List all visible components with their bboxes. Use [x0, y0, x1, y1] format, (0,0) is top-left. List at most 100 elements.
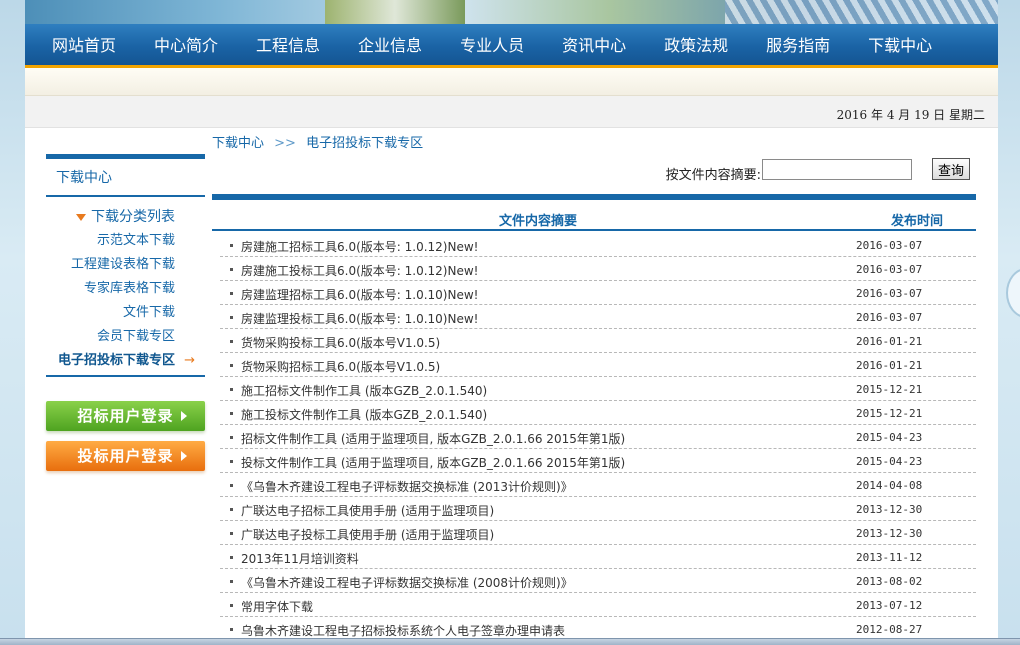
file-title-link[interactable]: 广联达电子招标工具使用手册 (适用于监理项目): [241, 502, 494, 519]
publish-date: 2015-12-21: [856, 407, 923, 420]
nav-home[interactable]: 网站首页: [52, 24, 116, 65]
bullet-icon: [230, 580, 233, 583]
download-list: 房建施工招标工具6.0(版本号: 1.0.12)New! 2016-03-07 房建…: [212, 233, 976, 641]
breadcrumb-separator: >>: [274, 136, 296, 151]
publish-date: 2013-11-12: [856, 551, 923, 564]
arrow-right-icon: →: [184, 353, 195, 368]
search-row: 按文件内容摘要: 查询: [212, 156, 976, 184]
file-title-link[interactable]: 货物采购招标工具6.0(版本号V1.0.5): [241, 358, 440, 375]
file-title-link[interactable]: 《乌鲁木齐建设工程电子评标数据交换标准 (2008计价规则)》: [241, 574, 573, 591]
breadcrumb-downloads[interactable]: 下载中心: [212, 136, 264, 151]
table-row: 房建监理招标工具6.0(版本号: 1.0.10)New! 2016-03-07: [220, 281, 976, 305]
play-arrow-icon: [181, 451, 187, 461]
file-title-link[interactable]: 《乌鲁木齐建设工程电子评标数据交换标准 (2013计价规则)》: [241, 478, 573, 495]
table-row: 《乌鲁木齐建设工程电子评标数据交换标准 (2013计价规则)》 2014-04-0…: [220, 473, 976, 497]
nav-policies[interactable]: 政策法规: [664, 24, 728, 65]
file-title-link[interactable]: 常用字体下载: [241, 598, 313, 615]
sidebar-item-members[interactable]: 会员下载专区: [46, 325, 205, 349]
file-title-link[interactable]: 2013年11月培训资料: [241, 550, 359, 567]
bullet-icon: [230, 244, 233, 247]
header-banner: [25, 0, 998, 24]
file-title-link[interactable]: 广联达电子投标工具使用手册 (适用于监理项目): [241, 526, 494, 543]
table-row: 货物采购招标工具6.0(版本号V1.0.5) 2016-01-21: [220, 353, 976, 377]
current-date: 2016 年 4 月 19 日 星期二: [836, 108, 985, 122]
publish-date: 2013-12-30: [856, 527, 923, 540]
bullet-icon: [230, 460, 233, 463]
file-title-link[interactable]: 投标文件制作工具 (适用于监理项目, 版本GZB_2.0.1.66 2015年第…: [241, 454, 625, 471]
file-title-link[interactable]: 房建监理招标工具6.0(版本号: 1.0.10)New!: [241, 286, 478, 303]
bullet-icon: [230, 316, 233, 319]
column-header-summary: 文件内容摘要: [499, 214, 578, 229]
table-row: 投标文件制作工具 (适用于监理项目, 版本GZB_2.0.1.66 2015年第…: [220, 449, 976, 473]
banner-photo-trees: [325, 0, 465, 24]
table-row: 施工投标文件制作工具 (版本GZB_2.0.1.540) 2015-12-21: [220, 401, 976, 425]
publish-date: 2015-04-23: [856, 431, 923, 444]
file-title-link[interactable]: 货物采购投标工具6.0(版本号V1.0.5): [241, 334, 440, 351]
nav-downloads[interactable]: 下载中心: [868, 24, 932, 65]
search-input[interactable]: [762, 159, 912, 180]
publish-date: 2015-12-21: [856, 383, 923, 396]
bullet-icon: [230, 628, 233, 631]
publish-date: 2016-03-07: [856, 263, 923, 276]
file-title-link[interactable]: 施工投标文件制作工具 (版本GZB_2.0.1.540): [241, 406, 487, 423]
bullet-icon: [230, 556, 233, 559]
table-row: 2013年11月培训资料 2013-11-12: [220, 545, 976, 569]
table-row: 《乌鲁木齐建设工程电子评标数据交换标准 (2008计价规则)》 2013-08-0…: [220, 569, 976, 593]
publish-date: 2013-12-30: [856, 503, 923, 516]
table-row: 招标文件制作工具 (适用于监理项目, 版本GZB_2.0.1.66 2015年第…: [220, 425, 976, 449]
file-title-link[interactable]: 房建施工投标工具6.0(版本号: 1.0.12)New!: [241, 262, 478, 279]
sidebar-item-files[interactable]: 文件下载: [46, 301, 205, 325]
banner-photo-building: [725, 0, 998, 24]
search-button[interactable]: 查询: [932, 158, 970, 180]
play-arrow-icon: [181, 411, 187, 421]
bullet-icon: [230, 412, 233, 415]
sidebar-category-label: 下载分类列表: [91, 209, 175, 225]
file-title-link[interactable]: 施工招标文件制作工具 (版本GZB_2.0.1.540): [241, 382, 487, 399]
nav-projects[interactable]: 工程信息: [256, 24, 320, 65]
date-bar: 2016 年 4 月 19 日 星期二: [25, 96, 998, 128]
sidebar-item-expert-forms[interactable]: 专家库表格下载: [46, 277, 205, 301]
publish-date: 2013-07-12: [856, 599, 923, 612]
file-title-link[interactable]: 招标文件制作工具 (适用于监理项目, 版本GZB_2.0.1.66 2015年第…: [241, 430, 625, 447]
table-row: 房建施工投标工具6.0(版本号: 1.0.12)New! 2016-03-07: [220, 257, 976, 281]
breadcrumb: 下载中心 >> 电子招投标下载专区: [212, 132, 423, 151]
sidebar-item-e-bidding-label: 电子招投标下载专区: [57, 353, 175, 368]
nav-news[interactable]: 资讯中心: [562, 24, 626, 65]
tenderer-login-button[interactable]: 投标用户登录: [46, 441, 205, 471]
publish-date: 2016-03-07: [856, 287, 923, 300]
taskbar: [0, 638, 1020, 645]
table-top-rule: [212, 194, 976, 200]
bullet-icon: [230, 532, 233, 535]
bullet-icon: [230, 388, 233, 391]
file-title-link[interactable]: 房建施工招标工具6.0(版本号: 1.0.12)New!: [241, 238, 478, 255]
bullet-icon: [230, 340, 233, 343]
publish-date: 2013-08-02: [856, 575, 923, 588]
file-title-link[interactable]: 房建监理投标工具6.0(版本号: 1.0.10)New!: [241, 310, 478, 327]
sidebar-item-construction-forms[interactable]: 工程建设表格下载: [46, 253, 205, 277]
table-header: 文件内容摘要 发布时间: [212, 204, 976, 231]
bullet-icon: [230, 292, 233, 295]
table-row: 广联达电子投标工具使用手册 (适用于监理项目) 2013-12-30: [220, 521, 976, 545]
table-row: 房建施工招标工具6.0(版本号: 1.0.12)New! 2016-03-07: [220, 233, 976, 257]
sidebar-item-templates[interactable]: 示范文本下载: [46, 229, 205, 253]
triangle-down-icon: [76, 214, 86, 221]
publish-date: 2015-04-23: [856, 455, 923, 468]
publish-date: 2016-03-07: [856, 239, 923, 252]
tenderer-login-label: 投标用户登录: [77, 447, 174, 465]
file-title-link[interactable]: 乌鲁木齐建设工程电子招标投标系统个人电子签章办理申请表: [241, 622, 565, 639]
table-row: 房建监理投标工具6.0(版本号: 1.0.10)New! 2016-03-07: [220, 305, 976, 329]
sidebar-item-e-bidding[interactable]: 电子招投标下载专区 →: [46, 349, 205, 373]
publish-date: 2012-08-27: [856, 623, 923, 636]
side-widget: [1006, 268, 1020, 318]
sidebar: 下载中心 下载分类列表 示范文本下载 工程建设表格下载 专家库表格下载 文件下载…: [46, 154, 205, 471]
nav-companies[interactable]: 企业信息: [358, 24, 422, 65]
content-area: 下载中心 下载分类列表 示范文本下载 工程建设表格下载 专家库表格下载 文件下载…: [25, 128, 998, 645]
publish-date: 2014-04-08: [856, 479, 923, 492]
nav-service-guide[interactable]: 服务指南: [766, 24, 830, 65]
nav-professionals[interactable]: 专业人员: [460, 24, 524, 65]
bidder-login-button[interactable]: 招标用户登录: [46, 401, 205, 431]
nav-about[interactable]: 中心简介: [154, 24, 218, 65]
bullet-icon: [230, 508, 233, 511]
breadcrumb-current[interactable]: 电子招投标下载专区: [306, 136, 423, 151]
bidder-login-label: 招标用户登录: [77, 407, 174, 425]
